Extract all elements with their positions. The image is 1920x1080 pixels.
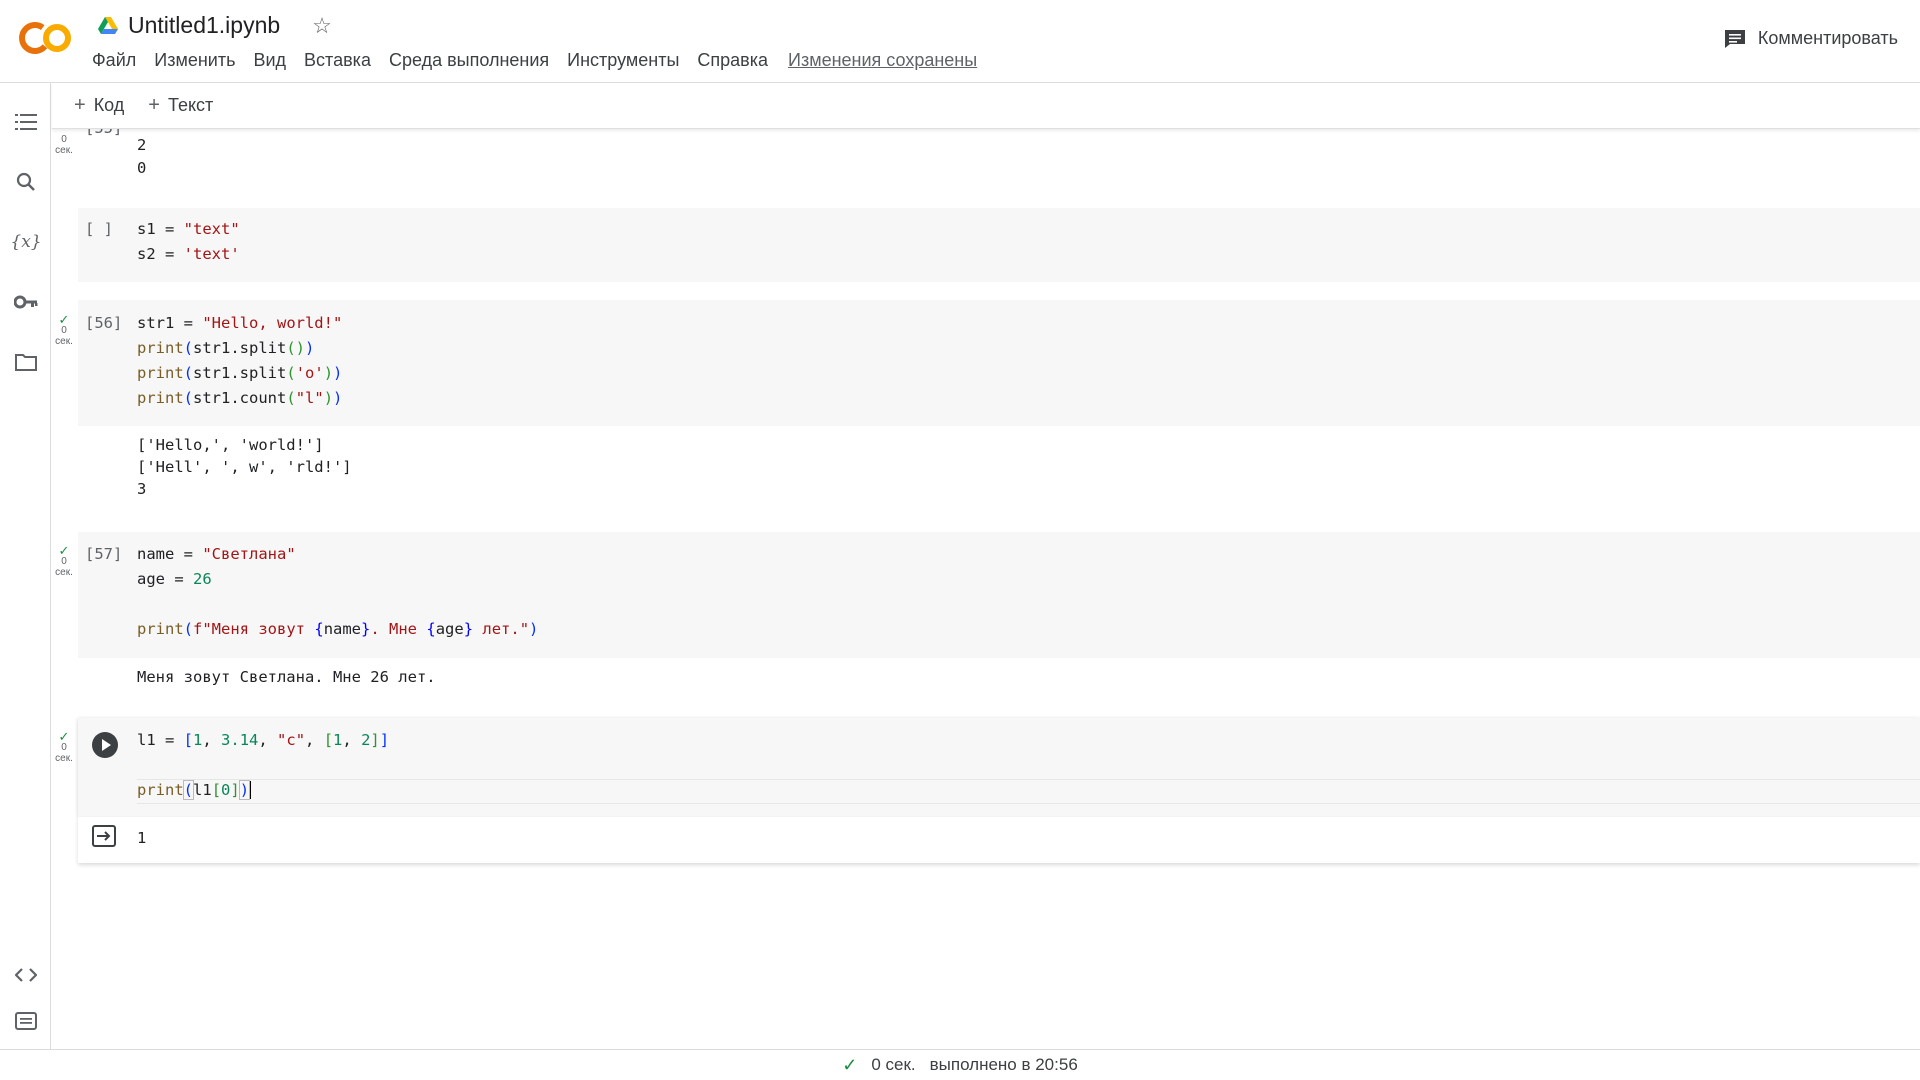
code-line: s2 = 'text' (137, 245, 240, 263)
google-drive-icon (98, 16, 118, 34)
exec-status: ✓ 0 сек. (55, 729, 73, 764)
colab-logo[interactable] (18, 18, 74, 58)
run-cell-button[interactable] (92, 732, 118, 758)
folder-icon[interactable] (13, 349, 39, 375)
output-line: Меня зовут Светлана. Мне 26 лет. (137, 668, 436, 686)
exec-status: ✓ 0 сек. (55, 543, 73, 578)
check-icon: ✓ (58, 543, 70, 558)
menu-file[interactable]: Файл (92, 50, 136, 71)
menu-view[interactable]: Вид (253, 50, 286, 71)
exec-time: 0 сек. (55, 134, 73, 156)
cell-prompt: [ ] (85, 220, 113, 238)
check-icon: ✓ (58, 312, 70, 327)
add-code-label: Код (93, 95, 125, 115)
menu-bar: Файл Изменить Вид Вставка Среда выполнен… (92, 50, 977, 71)
code-cell-55[interactable]: [55] 2 0 (78, 129, 1920, 179)
add-code-button[interactable]: + Код (74, 94, 124, 117)
menu-tools[interactable]: Инструменты (567, 50, 679, 71)
code-line: age = 26 (137, 570, 212, 588)
code-line: print(f"Меня зовут {name}. Мне {age} лет… (137, 620, 539, 638)
menu-runtime[interactable]: Среда выполнения (389, 50, 549, 71)
comment-label: Комментировать (1757, 28, 1898, 48)
cell-prompt: [55] (85, 129, 122, 137)
search-icon[interactable] (13, 169, 39, 195)
saved-status-link[interactable]: Изменения сохранены (788, 50, 977, 71)
code-line: l1 = [1, 3.14, "c", [1, 2]] (137, 731, 390, 749)
cell-output-active: 1 (78, 817, 1920, 863)
current-line-highlight (137, 779, 1920, 804)
notebook-toolbar: + Код + Текст (52, 83, 1920, 129)
text-cursor (250, 781, 252, 799)
add-text-button[interactable]: + Текст (148, 94, 213, 117)
output-line: 3 (137, 480, 147, 498)
notebook-title[interactable]: Untitled1.ipynb (128, 12, 280, 39)
status-bar: ✓ 0 сек. выполнено в 20:56 (0, 1049, 1920, 1080)
plus-icon: + (74, 94, 86, 116)
code-line: print(str1.count("l")) (137, 389, 343, 407)
code-cell-empty-prompt[interactable]: [ ] s1 = "text" s2 = 'text' (78, 208, 1920, 282)
cell-prompt: [56] (85, 314, 123, 332)
code-cell-active[interactable]: l1 = [1, 3.14, "c", [1, 2]] print(l1[0]) (78, 718, 1920, 817)
output-line: 1 (137, 829, 147, 847)
output-line: 0 (137, 159, 147, 177)
menu-help[interactable]: Справка (697, 50, 768, 71)
code-line: s1 = "text" (137, 220, 240, 238)
terminal-icon[interactable] (13, 1008, 39, 1034)
exec-status: ✓ 0 сек. (55, 312, 73, 347)
comment-button[interactable]: Комментировать (1724, 28, 1898, 49)
toc-icon[interactable] (13, 109, 39, 135)
code-line: print(l1[0]) (137, 780, 252, 800)
output-line: ['Hello,', 'world!'] (137, 436, 324, 454)
output-line: 2 (137, 136, 147, 154)
cell-output-56: ['Hello,', 'world!'] ['Hell', ', w', 'rl… (78, 426, 1920, 506)
output-line: ['Hell', ', w', 'rld!'] (137, 458, 352, 476)
cell-output-57: Меня зовут Светлана. Мне 26 лет. (78, 658, 1920, 702)
key-icon[interactable] (13, 289, 39, 315)
code-cell-57[interactable]: [57] name = "Светлана" age = 26 print(f"… (78, 532, 1920, 658)
code-line: print(str1.split()) (137, 339, 315, 357)
output-menu-icon[interactable] (92, 825, 116, 847)
status-duration: 0 сек. (871, 1055, 916, 1074)
comment-icon (1724, 29, 1745, 48)
check-icon: ✓ (58, 729, 70, 744)
left-rail: {x} (0, 83, 51, 1049)
code-line: str1 = "Hello, world!" (137, 314, 343, 332)
code-cell-56[interactable]: [56] str1 = "Hello, world!" print(str1.s… (78, 300, 1920, 426)
header: Untitled1.ipynb ☆ Файл Изменить Вид Вста… (0, 0, 1920, 83)
menu-edit[interactable]: Изменить (154, 50, 235, 71)
plus-icon: + (148, 94, 160, 116)
notebook-area[interactable]: [55] 2 0 0сек. [ ] s1 = "text" s2 = 'tex… (52, 129, 1920, 1049)
code-snippets-icon[interactable] (13, 962, 39, 988)
star-icon[interactable]: ☆ (312, 14, 332, 37)
code-line: print(str1.split('o')) (137, 364, 343, 382)
variables-icon[interactable]: {x} (10, 229, 41, 255)
code-line: name = "Светлана" (137, 545, 296, 563)
check-icon: ✓ (842, 1054, 858, 1075)
status-executed: выполнено в 20:56 (929, 1055, 1078, 1074)
add-text-label: Текст (167, 95, 214, 115)
cell-prompt: [57] (85, 545, 123, 563)
menu-insert[interactable]: Вставка (304, 50, 371, 71)
